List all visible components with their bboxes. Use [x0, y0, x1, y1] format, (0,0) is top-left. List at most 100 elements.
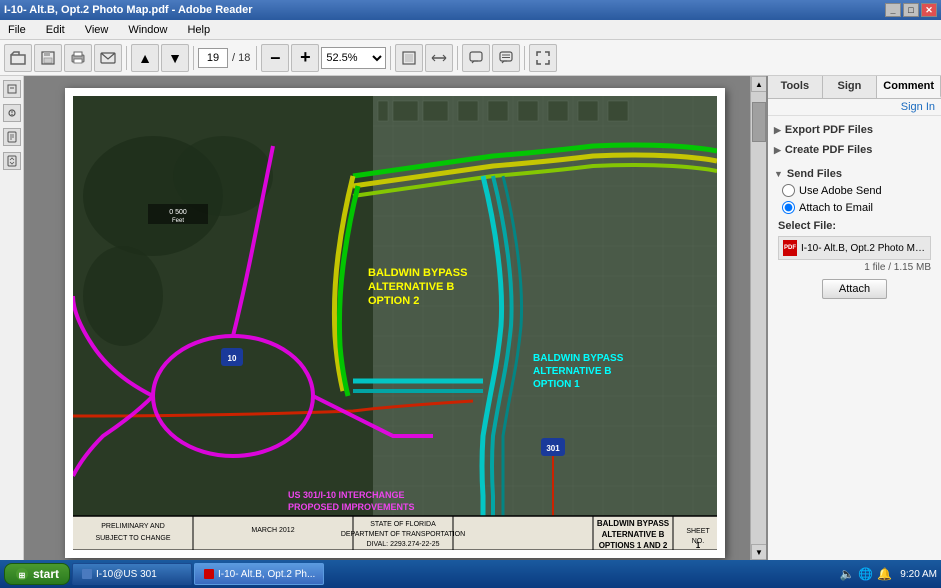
- menu-view[interactable]: View: [81, 22, 113, 38]
- page-total: / 18: [230, 52, 252, 64]
- title-bar-text: I-10- Alt.B, Opt.2 Photo Map.pdf - Adobe…: [4, 4, 253, 16]
- panel-toggle-2[interactable]: [3, 104, 21, 122]
- zoom-out-button[interactable]: –: [261, 44, 289, 72]
- taskbar-item-1[interactable]: I-10@US 301: [72, 563, 192, 585]
- svg-text:SUBJECT TO CHANGE: SUBJECT TO CHANGE: [95, 535, 170, 542]
- expand-button[interactable]: [529, 44, 557, 72]
- minimize-button[interactable]: _: [885, 3, 901, 17]
- prev-page-button[interactable]: ▲: [131, 44, 159, 72]
- right-panel: Tools Sign Comment Sign In ▶ Export PDF …: [766, 76, 941, 560]
- zoom-in-button[interactable]: +: [291, 44, 319, 72]
- adobe-send-option[interactable]: Use Adobe Send: [774, 182, 935, 199]
- svg-text:PROPOSED IMPROVEMENTS: PROPOSED IMPROVEMENTS: [288, 502, 415, 512]
- file-name: I-10- Alt.B, Opt.2 Photo Map.pdf: [801, 243, 926, 254]
- send-label: Send Files: [787, 168, 842, 180]
- svg-text:BALDWIN BYPASS: BALDWIN BYPASS: [597, 519, 670, 528]
- fit-page-button[interactable]: [395, 44, 423, 72]
- title-bar-controls: _ □ ✕: [885, 3, 937, 17]
- attach-email-option[interactable]: Attach to Email: [774, 199, 935, 216]
- svg-text:STATE OF FLORIDA: STATE OF FLORIDA: [370, 521, 436, 528]
- zoom-select[interactable]: 52.5% 100% 75% 50% 25%: [321, 47, 386, 69]
- file-size: 1 file / 1.15 MB: [774, 262, 935, 275]
- scroll-down-button[interactable]: ▼: [751, 544, 766, 560]
- attach-button[interactable]: Attach: [822, 279, 887, 299]
- svg-text:SHEET: SHEET: [686, 528, 710, 535]
- next-page-button[interactable]: ▼: [161, 44, 189, 72]
- separator4: [390, 46, 391, 70]
- attach-email-label: Attach to Email: [799, 202, 873, 214]
- svg-text:Feet: Feet: [172, 218, 184, 224]
- vertical-scrollbar[interactable]: ▲ ▼: [750, 76, 766, 560]
- close-button[interactable]: ✕: [921, 3, 937, 17]
- panel-toggle-1[interactable]: [3, 80, 21, 98]
- left-panel: [0, 76, 24, 560]
- save-button[interactable]: [34, 44, 62, 72]
- file-item: PDF I-10- Alt.B, Opt.2 Photo Map.pdf: [778, 236, 931, 260]
- panel-toggle-3[interactable]: [3, 128, 21, 146]
- scroll-thumb[interactable]: [752, 102, 766, 142]
- svg-text:US 301/I-10 INTERCHANGE: US 301/I-10 INTERCHANGE: [288, 490, 405, 500]
- tab-comment[interactable]: Comment: [877, 76, 941, 98]
- page-number-input[interactable]: [198, 48, 228, 68]
- send-header[interactable]: ▼ Send Files: [774, 166, 935, 182]
- create-label: Create PDF Files: [785, 144, 872, 156]
- title-bar: I-10- Alt.B, Opt.2 Photo Map.pdf - Adobe…: [0, 0, 941, 20]
- svg-text:0 500: 0 500: [169, 209, 187, 216]
- svg-text:ALTERNATIVE B: ALTERNATIVE B: [533, 366, 612, 377]
- print-button[interactable]: [64, 44, 92, 72]
- svg-text:⊞: ⊞: [19, 571, 26, 580]
- taskbar-icon-sound: 🔈: [839, 567, 854, 581]
- menu-edit[interactable]: Edit: [42, 22, 69, 38]
- start-button[interactable]: ⊞ start: [4, 563, 70, 585]
- export-section: ▶ Export PDF Files: [774, 122, 935, 138]
- panel-content: ▶ Export PDF Files ▶ Create PDF Files ▼ …: [768, 116, 941, 560]
- svg-text:DEPARTMENT OF TRANSPORTATION: DEPARTMENT OF TRANSPORTATION: [341, 531, 465, 538]
- comment2-button[interactable]: [492, 44, 520, 72]
- svg-text:MARCH 2012: MARCH 2012: [251, 527, 294, 534]
- comment1-button[interactable]: [462, 44, 490, 72]
- send-files-section: ▼ Send Files Use Adobe Send Attach to Em…: [774, 162, 935, 307]
- export-label: Export PDF Files: [785, 124, 873, 136]
- taskbar-right: 🔈 🌐 🔔 9:20 AM: [839, 567, 937, 581]
- menu-help[interactable]: Help: [183, 22, 214, 38]
- svg-text:OPTION 2: OPTION 2: [368, 295, 419, 307]
- svg-text:OPTIONS 1 AND 2: OPTIONS 1 AND 2: [599, 541, 668, 550]
- toolbar: ▲ ▼ / 18 – + 52.5% 100% 75% 50% 25%: [0, 40, 941, 76]
- svg-text:10: 10: [228, 354, 237, 363]
- export-arrow: ▶: [774, 125, 781, 136]
- adobe-send-radio[interactable]: [782, 184, 795, 197]
- email-button[interactable]: [94, 44, 122, 72]
- pdf-page: 10 90 301 0 500 Feet BALDWIN BYPASS ALTE…: [65, 88, 725, 558]
- svg-text:BALDWIN BYPASS: BALDWIN BYPASS: [533, 353, 624, 364]
- open-button[interactable]: [4, 44, 32, 72]
- create-section: ▶ Create PDF Files: [774, 142, 935, 158]
- select-file-label: Select File:: [774, 216, 935, 234]
- fit-width-button[interactable]: [425, 44, 453, 72]
- separator5: [457, 46, 458, 70]
- main-area: 10 90 301 0 500 Feet BALDWIN BYPASS ALTE…: [0, 76, 941, 560]
- separator2: [193, 46, 194, 70]
- create-header[interactable]: ▶ Create PDF Files: [774, 142, 935, 158]
- attach-email-radio[interactable]: [782, 201, 795, 214]
- svg-text:OPTION 1: OPTION 1: [533, 379, 580, 390]
- taskbar: ⊞ start I-10@US 301 I-10- Alt.B, Opt.2 P…: [0, 560, 941, 588]
- svg-text:ALTERNATIVE B: ALTERNATIVE B: [368, 281, 454, 293]
- export-header[interactable]: ▶ Export PDF Files: [774, 122, 935, 138]
- pdf-viewer[interactable]: 10 90 301 0 500 Feet BALDWIN BYPASS ALTE…: [24, 76, 766, 560]
- svg-text:PRELIMINARY AND: PRELIMINARY AND: [101, 523, 165, 530]
- taskbar-icon-notify: 🔔: [877, 567, 892, 581]
- tab-sign[interactable]: Sign: [823, 76, 878, 98]
- tab-tools[interactable]: Tools: [768, 76, 823, 98]
- pdf-file-icon: PDF: [783, 240, 797, 256]
- taskbar-icon-network: 🌐: [858, 567, 873, 581]
- maximize-button[interactable]: □: [903, 3, 919, 17]
- menu-file[interactable]: File: [4, 22, 30, 38]
- svg-text:BALDWIN BYPASS: BALDWIN BYPASS: [368, 267, 467, 279]
- taskbar-item-2[interactable]: I-10- Alt.B, Opt.2 Ph...: [194, 563, 324, 585]
- scroll-track[interactable]: [751, 92, 766, 544]
- sign-in-link[interactable]: Sign In: [768, 99, 941, 116]
- scroll-up-button[interactable]: ▲: [751, 76, 766, 92]
- menu-window[interactable]: Window: [124, 22, 171, 38]
- send-arrow: ▼: [774, 169, 783, 179]
- panel-toggle-4[interactable]: [3, 152, 21, 170]
